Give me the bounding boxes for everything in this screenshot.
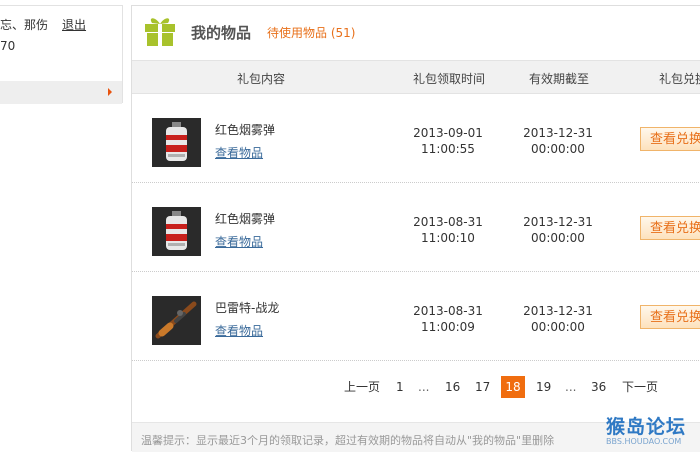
expire-time: 2013-12-31 00:00:00: [512, 125, 604, 157]
claim-clock: 11:00:09: [421, 320, 475, 334]
smoke-grenade-icon: [152, 118, 201, 167]
claim-time: 2013-09-01 11:00:55: [402, 125, 494, 157]
column-header-expire: 有效期截至: [529, 72, 590, 86]
table-row: 巴雷特-战龙 查看物品 2013-08-31 11:00:09 2013-12-…: [132, 272, 700, 361]
table-row: 红色烟雾弹 查看物品 2013-08-31 11:00:10 2013-12-3…: [132, 183, 700, 272]
column-header-redeem: 礼包兑换: [659, 72, 700, 86]
column-header-content: 礼包内容: [237, 72, 286, 86]
expire-date: 2013-12-31: [523, 126, 593, 140]
view-redeem-button[interactable]: 查看兑换: [640, 216, 700, 240]
item-thumbnail: [152, 296, 201, 345]
pending-items-count[interactable]: 待使用物品 (51): [267, 24, 355, 41]
panel-header: 我的物品 待使用物品 (51): [132, 6, 700, 60]
page-ellipsis: ...: [565, 380, 577, 394]
current-page: 18: [501, 376, 525, 398]
gift-icon: [145, 18, 175, 46]
page-link[interactable]: 16: [445, 376, 460, 398]
chevron-right-icon: [108, 88, 112, 96]
pagination: 上一页 1 ... 16 17 18 19 ... 36 下一页: [132, 376, 700, 398]
item-thumbnail: [152, 118, 201, 167]
prev-page-link[interactable]: 上一页: [344, 376, 380, 398]
left-user-panel: 忘、那伤 退出 70: [0, 5, 123, 104]
page-link[interactable]: 17: [475, 376, 490, 398]
item-name: 巴雷特-战龙: [215, 301, 280, 315]
sidebar-item-my-items[interactable]: [0, 81, 122, 104]
claim-date: 2013-08-31: [413, 215, 483, 229]
claim-clock: 11:00:55: [421, 142, 475, 156]
watermark-logo-text: 猴岛论坛: [606, 416, 687, 438]
expire-date: 2013-12-31: [523, 215, 593, 229]
page-link[interactable]: 36: [591, 376, 606, 398]
user-number: 70: [0, 39, 16, 53]
claim-date: 2013-08-31: [413, 304, 483, 318]
logout-link[interactable]: 退出: [62, 18, 86, 32]
claim-date: 2013-09-01: [413, 126, 483, 140]
page-link[interactable]: 19: [536, 376, 551, 398]
view-item-link[interactable]: 查看物品: [215, 233, 263, 250]
table-row: 红色烟雾弹 查看物品 2013-09-01 11:00:55 2013-12-3…: [132, 94, 700, 183]
item-thumbnail: [152, 207, 201, 256]
user-info: 忘、那伤 退出: [0, 16, 86, 33]
view-redeem-button[interactable]: 查看兑换: [640, 305, 700, 329]
column-header-claim-time: 礼包领取时间: [413, 72, 486, 86]
page-title: 我的物品: [191, 24, 252, 42]
site-watermark: 猴岛论坛 BBS.HOUDAO.COM: [606, 412, 698, 446]
item-name: 红色烟雾弹: [215, 123, 276, 137]
sniper-rifle-icon: [152, 296, 201, 345]
my-items-panel: 我的物品 待使用物品 (51) 礼包内容 礼包领取时间 有效期截至 礼包兑换 红…: [131, 5, 700, 452]
table-header: 礼包内容 礼包领取时间 有效期截至 礼包兑换: [132, 60, 700, 94]
item-name: 红色烟雾弹: [215, 212, 276, 226]
smoke-grenade-icon: [152, 207, 201, 256]
next-page-link[interactable]: 下一页: [622, 376, 658, 398]
expire-time: 2013-12-31 00:00:00: [512, 303, 604, 335]
view-item-link[interactable]: 查看物品: [215, 144, 263, 161]
claim-clock: 11:00:10: [421, 231, 475, 245]
expire-time: 2013-12-31 00:00:00: [512, 214, 604, 246]
watermark-url: BBS.HOUDAO.COM: [606, 437, 682, 446]
view-redeem-button[interactable]: 查看兑换: [640, 127, 700, 151]
page-ellipsis: ...: [418, 380, 430, 394]
expire-clock: 00:00:00: [531, 142, 585, 156]
view-item-link[interactable]: 查看物品: [215, 322, 263, 339]
expire-clock: 00:00:00: [531, 320, 585, 334]
page-link[interactable]: 1: [396, 376, 404, 398]
expire-date: 2013-12-31: [523, 304, 593, 318]
claim-time: 2013-08-31 11:00:10: [402, 214, 494, 246]
expire-clock: 00:00:00: [531, 231, 585, 245]
username-text: 忘、那伤: [0, 18, 49, 32]
claim-time: 2013-08-31 11:00:09: [402, 303, 494, 335]
tip-text: 温馨提示：显示最近3个月的领取记录，超过有效期的物品将自动从"我的物品"里删除: [141, 434, 555, 447]
